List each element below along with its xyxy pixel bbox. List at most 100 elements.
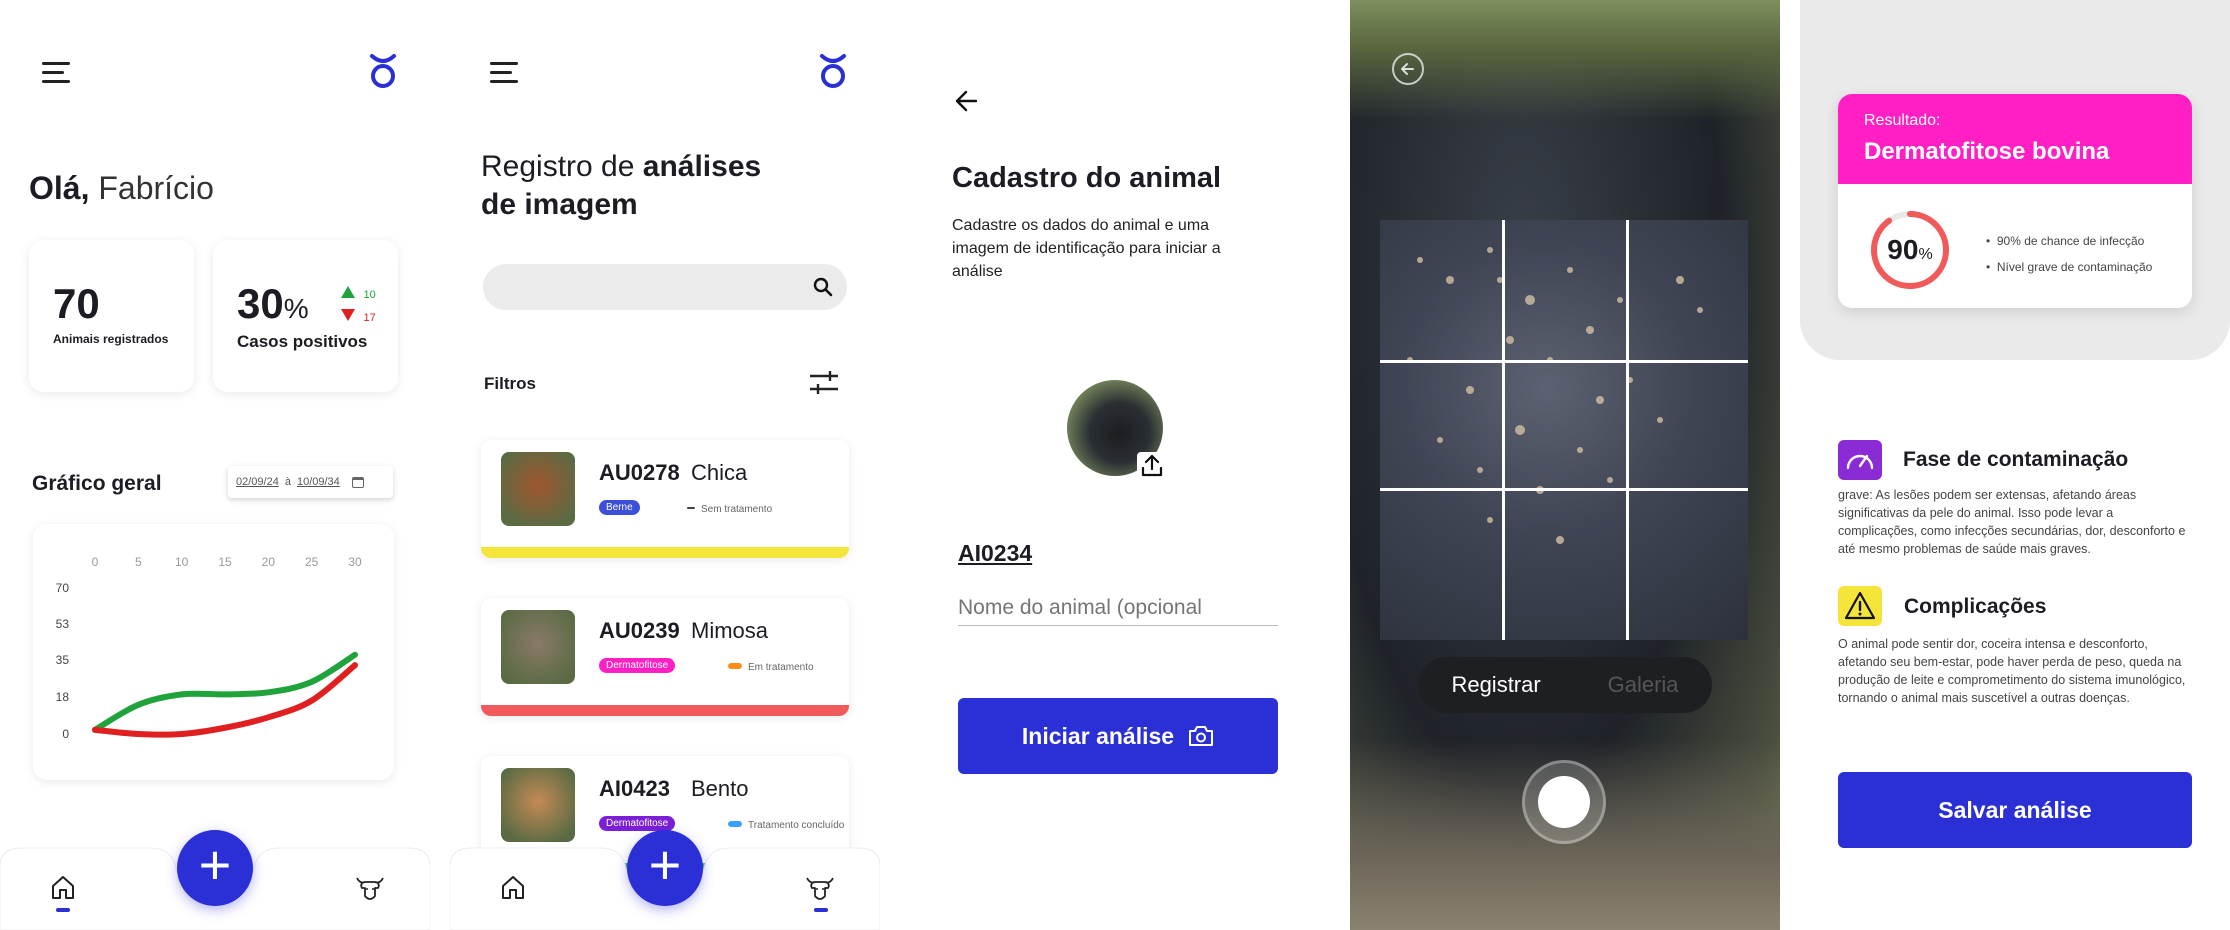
save-analysis-label: Salvar análise	[1938, 796, 2092, 823]
camera-icon	[1189, 726, 1214, 746]
bullet-level-text: Nível grave de contaminação	[1996, 260, 2153, 274]
save-analysis-button[interactable]: Salvar análise	[1838, 772, 2192, 848]
gauge-percent: 90	[1887, 234, 1919, 265]
animal-code: AI0423	[599, 776, 670, 801]
shutter-inner	[1538, 776, 1590, 828]
home-icon[interactable]	[500, 874, 526, 900]
status-bar	[481, 547, 849, 558]
diagnosis-badge: Dermatofitose	[599, 816, 676, 831]
page-description: Cadastre os dados do animal e uma imagem…	[952, 217, 1221, 280]
series-line-0	[92, 651, 358, 733]
mode-gallery[interactable]: Galeria	[1608, 672, 1679, 698]
stat-positive-value: 30%	[237, 280, 309, 328]
diagnosis-badge: Berne	[599, 500, 640, 515]
upload-icon	[1141, 454, 1163, 477]
camera-viewfinder	[1380, 220, 1748, 640]
status-text: Tratamento concluído	[748, 820, 845, 831]
back-button[interactable]	[1392, 53, 1424, 85]
grid-line-v2	[1626, 220, 1629, 640]
trend-down-value: 17	[363, 312, 376, 324]
y-tick-label: 0	[62, 727, 69, 741]
start-analysis-button[interactable]: Iniciar análise	[958, 698, 1278, 774]
grid-line-v1	[1502, 220, 1505, 640]
animal-thumbnail	[501, 610, 575, 684]
diagnosis-tag: Berne	[599, 497, 640, 515]
grid-line-h1	[1380, 360, 1748, 363]
stat-positive-number: 30	[237, 280, 284, 327]
animal-code: AU0239	[599, 618, 680, 643]
calendar-icon	[351, 476, 364, 488]
bullet-chance-text: 90% de chance de infecção	[1996, 234, 2145, 248]
triangle-up-icon	[341, 286, 355, 298]
home-icon[interactable]	[50, 874, 76, 900]
title-bold-1: análises	[642, 150, 762, 183]
stat-animals-label: Animais registrados	[53, 332, 169, 346]
home-screen: Olá, Fabrício 70 Animais registrados 30%…	[0, 0, 430, 930]
date-from: 02/09/24	[236, 476, 279, 488]
treatment-status: Tratamento concluído	[728, 815, 844, 833]
status-text: Sem tratamento	[701, 504, 773, 515]
date-range-picker[interactable]: 02/09/24 à 10/09/34	[228, 466, 393, 498]
menu-icon[interactable]	[42, 62, 70, 89]
search-icon[interactable]	[813, 277, 833, 297]
user-name: Fabrício	[98, 170, 214, 206]
stat-card-animals[interactable]: 70 Animais registrados	[29, 240, 194, 392]
triangle-down-icon	[341, 309, 355, 321]
menu-icon[interactable]	[490, 62, 518, 89]
gauge-unit: %	[1918, 246, 1933, 263]
bullet-chance: • 90% de chance de infecção	[1986, 234, 2145, 248]
trend-up-value: 10	[363, 289, 376, 301]
series-line-1	[92, 662, 358, 738]
warning-icon	[1838, 586, 1882, 626]
page-title: Registro de análises de imagem	[481, 148, 811, 224]
cow-active-indicator	[814, 908, 828, 912]
back-arrow-icon	[1401, 63, 1414, 75]
x-tick-label: 15	[218, 555, 232, 569]
complications-title: Complicações	[1904, 595, 2047, 618]
x-tick-label: 10	[175, 555, 189, 569]
upload-button[interactable]	[1137, 452, 1167, 480]
mode-switcher[interactable]: Registrar Galeria	[1418, 657, 1712, 713]
date-to: 10/09/34	[296, 476, 340, 488]
shutter-icon[interactable]	[1522, 760, 1606, 844]
start-analysis-label: Iniciar análise	[1021, 722, 1175, 749]
treatment-status: Sem tratamento	[687, 499, 772, 517]
x-tick-label: 25	[305, 555, 319, 569]
status-text: Em tratamento	[748, 662, 814, 673]
result-label: Resultado:	[1864, 112, 1941, 129]
x-tick-label: 20	[262, 555, 276, 569]
stat-card-positive[interactable]: 30% Casos positivos 10 17	[213, 240, 398, 392]
cow-icon[interactable]	[354, 872, 386, 904]
complications-text: O animal pode sentir dor, coceira intens…	[1838, 637, 2186, 705]
treatment-status: Em tratamento	[728, 657, 814, 675]
diagnosis-badge: Dermatofitose	[599, 658, 676, 673]
records-screen: Registro de análises de imagem Filtros A…	[450, 0, 880, 930]
date-separator: à	[284, 476, 291, 488]
add-button[interactable]: +	[177, 830, 253, 906]
animal-code: AU0278	[599, 460, 680, 485]
line-chart: 0 5 10 15 20 25 30 70 53 35 18 0	[56, 555, 362, 741]
search-input[interactable]	[483, 264, 847, 310]
record-card[interactable]: AU0239 Mimosa Dermatofitose Em tratamento	[481, 598, 849, 716]
add-button[interactable]: +	[627, 830, 703, 906]
animal-id: AI0234	[958, 540, 1033, 566]
diagnosis-tag: Dermatofitose	[599, 655, 676, 673]
record-card[interactable]: AU0278 Chica Berne Sem tratamento	[481, 440, 849, 558]
stat-positive-label: Casos positivos	[237, 332, 368, 351]
trend-down: 17	[341, 308, 376, 326]
filter-icon[interactable]	[808, 370, 840, 396]
filters-label: Filtros	[484, 374, 536, 393]
back-arrow-icon[interactable]	[954, 88, 980, 114]
animal-name-input[interactable]	[958, 590, 1278, 626]
cow-icon[interactable]	[804, 872, 836, 904]
status-dot	[687, 506, 695, 509]
y-tick-label: 70	[56, 581, 70, 595]
mode-register[interactable]: Registrar	[1451, 672, 1540, 698]
animal-thumbnail	[501, 768, 575, 842]
status-dot	[728, 820, 742, 827]
gauge-value: 90%	[1868, 234, 1952, 266]
stat-animals-value: 70	[53, 280, 100, 327]
stat-positive-unit: %	[283, 293, 309, 324]
result-title: Dermatofitose bovina	[1864, 138, 2110, 165]
y-tick-label: 53	[56, 617, 70, 631]
